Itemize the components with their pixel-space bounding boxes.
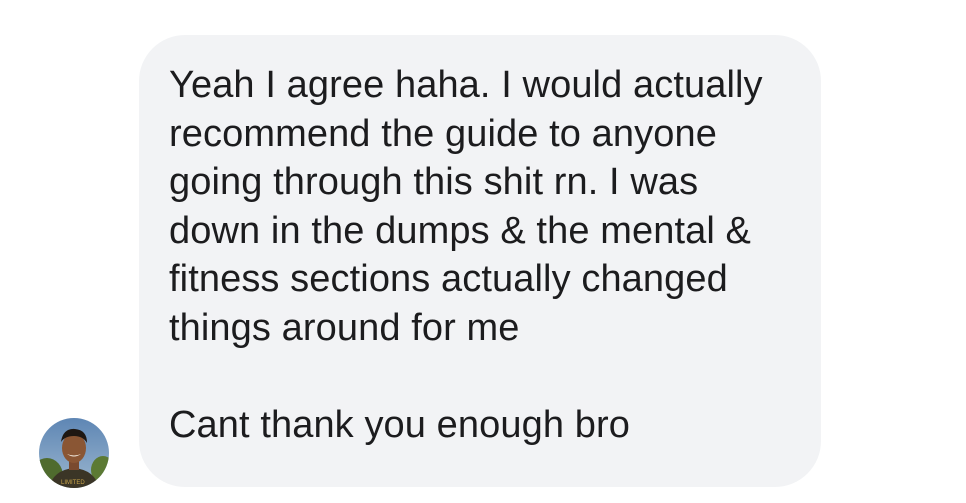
message-line: recommend the guide to anyone — [169, 112, 717, 155]
avatar-photo-icon: LIMITED — [39, 418, 109, 488]
avatar-shirt-text: LIMITED — [61, 480, 85, 486]
chat-thread: LIMITED Yeah I agree haha. I would actua… — [0, 0, 966, 503]
message-line: going through this shit rn. I was — [169, 161, 699, 203]
message-bubble[interactable]: Yeah I agree haha. I would actually reco… — [139, 35, 821, 487]
message-line: down in the dumps & the mental & — [169, 209, 751, 252]
message-line: things around for me — [169, 306, 520, 349]
sender-avatar[interactable]: LIMITED — [39, 418, 109, 488]
message-line: fitness sections actually changed — [169, 258, 728, 300]
message-line: Yeah I agree haha. I would actually — [169, 64, 763, 106]
message-closing-line: Cant thank you enough bro — [169, 403, 630, 446]
